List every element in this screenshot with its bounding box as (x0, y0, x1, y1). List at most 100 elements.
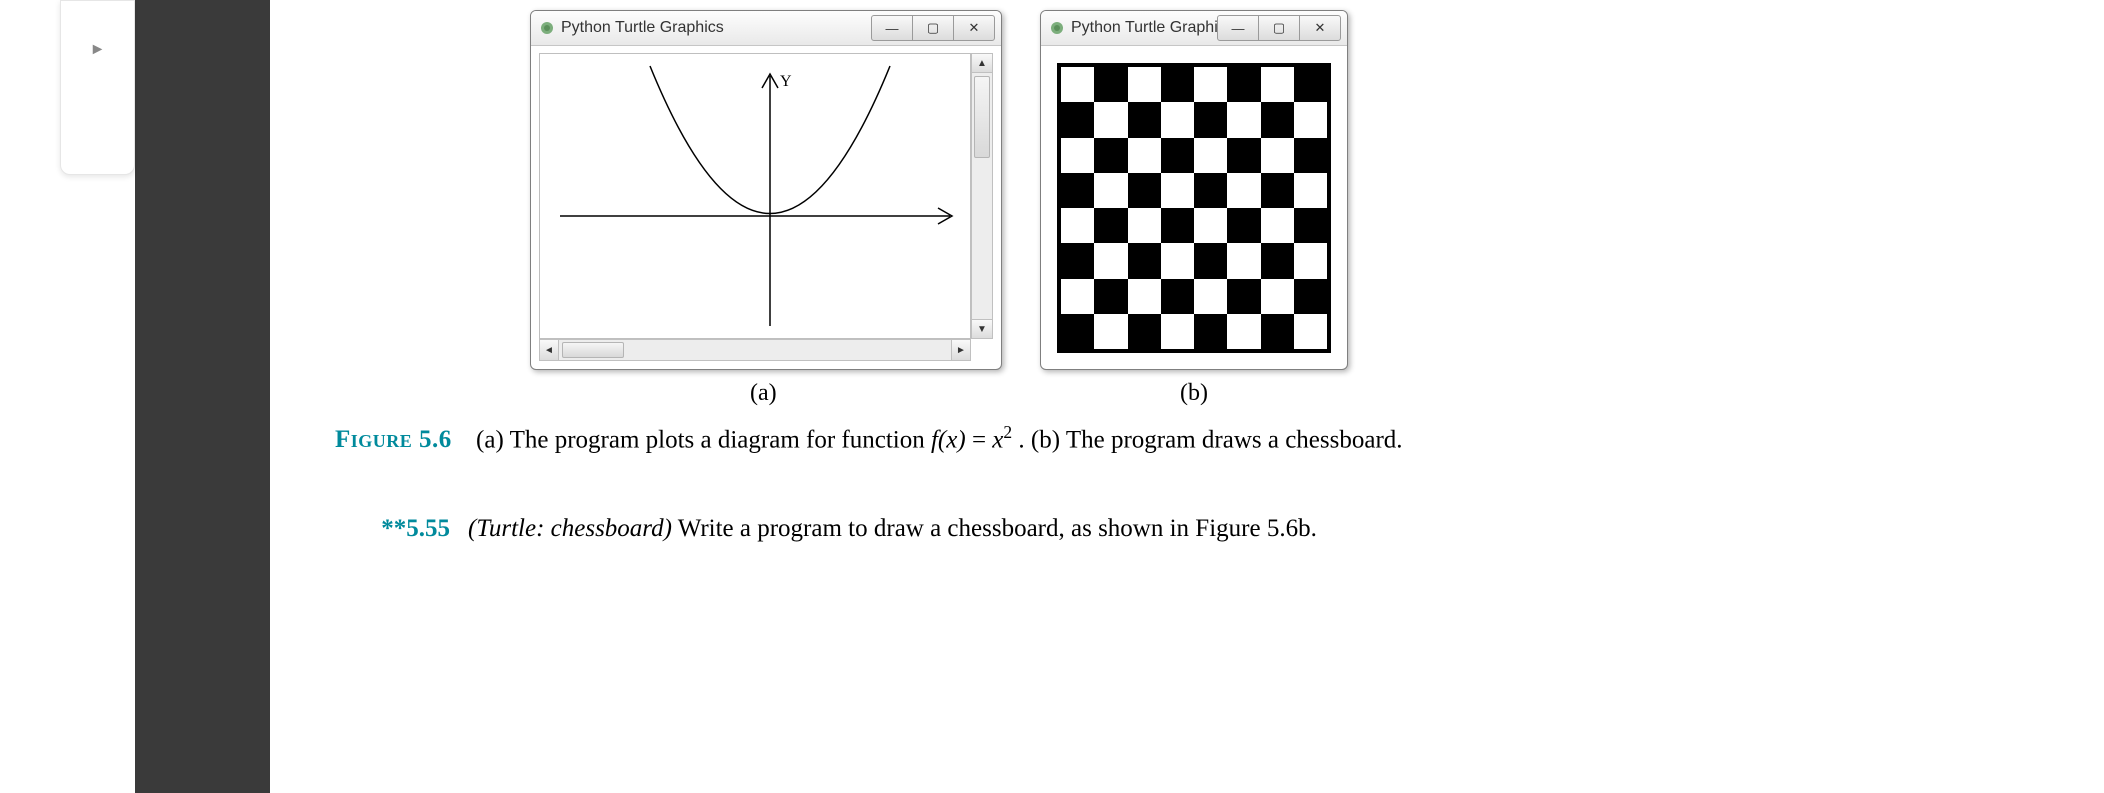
scroll-up-icon[interactable]: ▲ (972, 54, 992, 73)
chess-square (1227, 102, 1260, 137)
scroll-thumb-v[interactable] (974, 76, 990, 158)
subfig-label-b: (b) (1180, 380, 1208, 407)
chess-square (1161, 102, 1194, 137)
chess-square (1227, 67, 1260, 102)
figure-caption: Figure 5.6 (a) The program plots a diagr… (335, 422, 1935, 454)
chess-square (1061, 243, 1094, 278)
chess-square (1094, 279, 1127, 314)
exercise-body: (Turtle: chessboard) Write a program to … (468, 510, 1317, 549)
caption-fx: f(x) (931, 426, 966, 453)
window-controls-a: — ▢ ✕ (872, 15, 995, 41)
chess-square (1161, 279, 1194, 314)
vertical-scrollbar[interactable]: ▲ ▼ (971, 53, 993, 339)
reader-sidebar (135, 0, 270, 793)
maximize-button[interactable]: ▢ (912, 15, 954, 41)
chessboard (1057, 63, 1331, 353)
chess-square (1261, 208, 1294, 243)
chess-square (1227, 314, 1260, 349)
plot-canvas: Y (539, 53, 971, 339)
sidebar-toggle[interactable]: ► (60, 0, 135, 175)
chess-square (1261, 243, 1294, 278)
chess-square (1128, 138, 1161, 173)
chess-square (1061, 102, 1094, 137)
titlebar-a[interactable]: Python Turtle Graphics — ▢ ✕ (531, 11, 1001, 46)
chess-square (1194, 243, 1227, 278)
chess-square (1161, 173, 1194, 208)
chess-square (1161, 314, 1194, 349)
chess-square (1294, 102, 1327, 137)
horizontal-scrollbar[interactable]: ◄ ► (539, 339, 971, 361)
exercise-5-55: **5.55 (Turtle: chessboard) Write a prog… (335, 510, 1455, 549)
chess-square (1094, 314, 1127, 349)
chess-square (1128, 243, 1161, 278)
chess-square (1194, 314, 1227, 349)
chess-square (1128, 314, 1161, 349)
chess-square (1261, 102, 1294, 137)
figure-number: Figure 5.6 (335, 426, 452, 453)
caption-x: x (992, 426, 1003, 453)
chess-square (1294, 67, 1327, 102)
turtle-window-a: Python Turtle Graphics — ▢ ✕ Y ▲ (530, 10, 1002, 370)
chess-square (1261, 67, 1294, 102)
parabola-plot: Y (540, 54, 970, 338)
chess-square (1161, 243, 1194, 278)
subfig-label-a: (a) (750, 380, 777, 407)
chess-square (1227, 208, 1260, 243)
chess-square (1261, 314, 1294, 349)
exercise-text: Write a program to draw a chessboard, as… (672, 515, 1317, 542)
turtle-window-b: Python Turtle Graphics — ▢ ✕ (1040, 10, 1348, 370)
chess-square (1261, 138, 1294, 173)
chess-square (1194, 173, 1227, 208)
y-axis-label: Y (780, 73, 792, 90)
expand-icon: ► (90, 41, 106, 59)
close-button[interactable]: ✕ (1299, 15, 1341, 41)
chess-square (1261, 279, 1294, 314)
scroll-right-icon[interactable]: ► (951, 340, 970, 360)
chess-square (1161, 138, 1194, 173)
chess-square (1294, 208, 1327, 243)
chess-square (1161, 208, 1194, 243)
scroll-thumb-h[interactable] (562, 342, 624, 358)
scroll-left-icon[interactable]: ◄ (540, 340, 559, 360)
chess-square (1094, 208, 1127, 243)
chess-square (1061, 208, 1094, 243)
maximize-button[interactable]: ▢ (1258, 15, 1300, 41)
minimize-button[interactable]: — (1217, 15, 1259, 41)
exercise-title: (Turtle: chessboard) (468, 515, 672, 542)
chess-square (1294, 243, 1327, 278)
chess-square (1094, 243, 1127, 278)
exercise-number: **5.55 (335, 510, 468, 549)
chess-square (1194, 138, 1227, 173)
chess-square (1128, 208, 1161, 243)
chess-square (1128, 102, 1161, 137)
chess-square (1261, 173, 1294, 208)
chess-square (1194, 208, 1227, 243)
scroll-down-icon[interactable]: ▼ (972, 319, 992, 338)
window-title-b: Python Turtle Graphics (1071, 19, 1234, 37)
chess-square (1128, 67, 1161, 102)
chess-square (1061, 314, 1094, 349)
chess-square (1227, 243, 1260, 278)
caption-text-1: (a) The program plots a diagram for func… (476, 426, 931, 453)
chess-square (1161, 67, 1194, 102)
chess-square (1061, 279, 1094, 314)
close-button[interactable]: ✕ (953, 15, 995, 41)
chess-square (1294, 173, 1327, 208)
chess-square (1294, 138, 1327, 173)
chess-square (1194, 67, 1227, 102)
page-root: ► Python Turtle Graphics — ▢ ✕ Y (0, 0, 2104, 793)
chess-square (1194, 279, 1227, 314)
app-icon (539, 20, 555, 36)
caption-text-2: . (b) The program draws a chessboard. (1018, 426, 1402, 453)
caption-eq: = (972, 426, 992, 453)
window-title-a: Python Turtle Graphics (561, 19, 724, 37)
chess-square (1061, 173, 1094, 208)
chess-square (1094, 67, 1127, 102)
titlebar-b[interactable]: Python Turtle Graphics — ▢ ✕ (1041, 11, 1347, 46)
chess-square (1227, 279, 1260, 314)
minimize-button[interactable]: — (871, 15, 913, 41)
chess-square (1194, 102, 1227, 137)
chess-square (1094, 173, 1127, 208)
chess-square (1094, 138, 1127, 173)
chess-square (1294, 279, 1327, 314)
